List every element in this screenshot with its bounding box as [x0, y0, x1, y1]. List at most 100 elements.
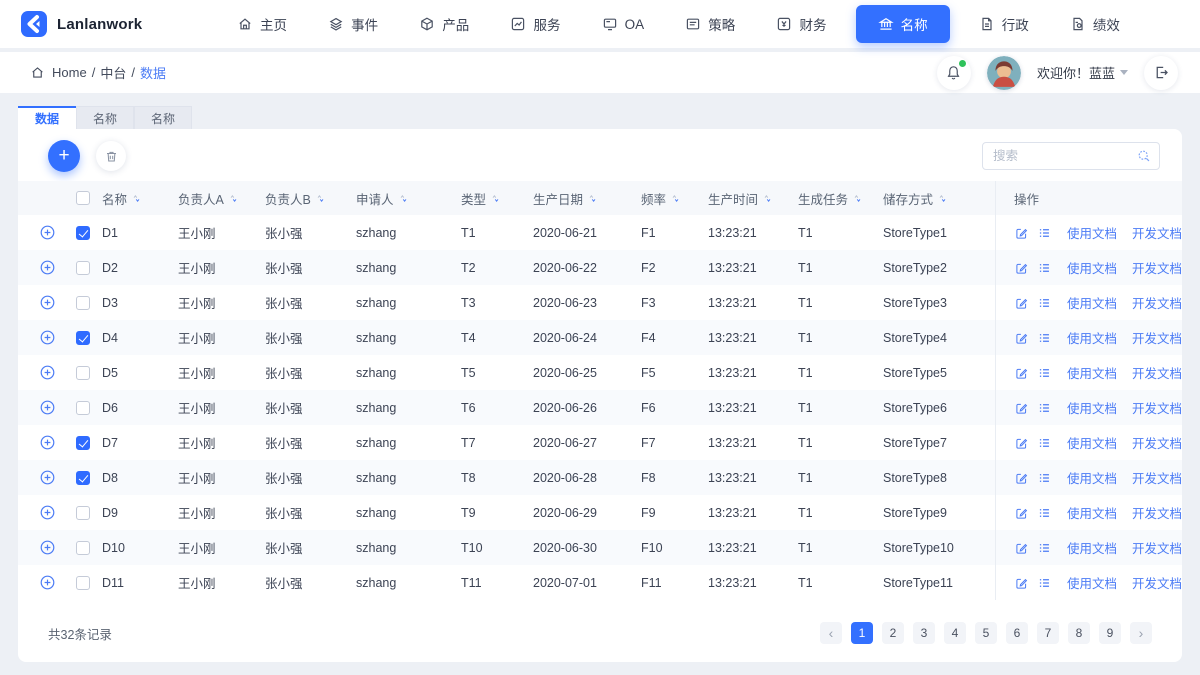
breadcrumb-section[interactable]: 中台	[100, 63, 126, 82]
avatar[interactable]	[986, 55, 1021, 90]
expand-row-icon[interactable]	[39, 539, 56, 556]
next-page-button[interactable]: ›	[1130, 622, 1152, 644]
edit-icon[interactable]	[1014, 435, 1028, 451]
usage-doc-link[interactable]: 使用文档	[1067, 258, 1117, 277]
nav-item-oa[interactable]: OA	[590, 9, 657, 39]
tab-data[interactable]: 数据	[18, 106, 76, 129]
dev-doc-link[interactable]: 开发文档	[1132, 573, 1182, 592]
usage-doc-link[interactable]: 使用文档	[1067, 363, 1117, 382]
tab-name-2[interactable]: 名称	[134, 106, 192, 129]
edit-icon[interactable]	[1014, 400, 1028, 416]
dev-doc-link[interactable]: 开发文档	[1132, 398, 1182, 417]
list-icon[interactable]	[1037, 575, 1051, 591]
nav-item-finance[interactable]: 财务	[764, 7, 838, 41]
usage-doc-link[interactable]: 使用文档	[1067, 538, 1117, 557]
edit-icon[interactable]	[1014, 470, 1028, 486]
edit-icon[interactable]	[1014, 505, 1028, 521]
list-icon[interactable]	[1037, 505, 1051, 521]
nav-item-performance[interactable]: 绩效	[1058, 7, 1132, 41]
dev-doc-link[interactable]: 开发文档	[1132, 433, 1182, 452]
dev-doc-link[interactable]: 开发文档	[1132, 258, 1182, 277]
row-checkbox[interactable]	[76, 225, 90, 240]
expand-row-icon[interactable]	[39, 294, 56, 311]
list-icon[interactable]	[1037, 400, 1051, 416]
row-checkbox[interactable]	[76, 400, 90, 415]
row-checkbox[interactable]	[76, 470, 90, 485]
tab-name-1[interactable]: 名称	[76, 106, 134, 129]
expand-row-icon[interactable]	[39, 364, 56, 381]
usage-doc-link[interactable]: 使用文档	[1067, 223, 1117, 242]
page-button-8[interactable]: 8	[1068, 622, 1090, 644]
page-button-2[interactable]: 2	[882, 622, 904, 644]
list-icon[interactable]	[1037, 260, 1051, 276]
page-button-6[interactable]: 6	[1006, 622, 1028, 644]
user-menu[interactable]: 欢迎你！蓝蓝	[1037, 63, 1128, 82]
column-header-1[interactable]: 负责人A	[178, 189, 265, 208]
row-checkbox[interactable]	[76, 260, 90, 275]
column-header-2[interactable]: 负责人B	[265, 189, 356, 208]
nav-item-home[interactable]: 主页	[225, 7, 299, 41]
usage-doc-link[interactable]: 使用文档	[1067, 573, 1117, 592]
column-header-9[interactable]: 储存方式	[883, 189, 995, 208]
prev-page-button[interactable]: ‹	[820, 622, 842, 644]
row-checkbox[interactable]	[76, 575, 90, 590]
expand-row-icon[interactable]	[39, 224, 56, 241]
expand-row-icon[interactable]	[39, 259, 56, 276]
edit-icon[interactable]	[1014, 365, 1028, 381]
expand-row-icon[interactable]	[39, 329, 56, 346]
logout-button[interactable]	[1144, 55, 1178, 90]
edit-icon[interactable]	[1014, 575, 1028, 591]
expand-row-icon[interactable]	[39, 469, 56, 486]
list-icon[interactable]	[1037, 295, 1051, 311]
dev-doc-link[interactable]: 开发文档	[1132, 363, 1182, 382]
list-icon[interactable]	[1037, 540, 1051, 556]
usage-doc-link[interactable]: 使用文档	[1067, 328, 1117, 347]
breadcrumb-current[interactable]: 数据	[140, 63, 166, 82]
expand-row-icon[interactable]	[39, 504, 56, 521]
row-checkbox[interactable]	[76, 365, 90, 380]
page-button-1[interactable]: 1	[851, 622, 873, 644]
row-checkbox[interactable]	[76, 505, 90, 520]
edit-icon[interactable]	[1014, 225, 1028, 241]
column-header-5[interactable]: 生产日期	[533, 189, 641, 208]
row-checkbox[interactable]	[76, 435, 90, 450]
column-header-6[interactable]: 频率	[641, 189, 708, 208]
nav-item-services[interactable]: 服务	[498, 7, 572, 41]
page-button-3[interactable]: 3	[913, 622, 935, 644]
page-button-5[interactable]: 5	[975, 622, 997, 644]
expand-row-icon[interactable]	[39, 574, 56, 591]
dev-doc-link[interactable]: 开发文档	[1132, 503, 1182, 522]
list-icon[interactable]	[1037, 330, 1051, 346]
delete-button[interactable]	[96, 141, 126, 171]
dev-doc-link[interactable]: 开发文档	[1132, 328, 1182, 347]
notification-button[interactable]	[936, 55, 971, 90]
column-header-4[interactable]: 类型	[461, 189, 533, 208]
expand-row-icon[interactable]	[39, 434, 56, 451]
dev-doc-link[interactable]: 开发文档	[1132, 293, 1182, 312]
list-icon[interactable]	[1037, 470, 1051, 486]
row-checkbox[interactable]	[76, 540, 90, 555]
brand-logo[interactable]: Lanlanwork	[20, 10, 170, 38]
list-icon[interactable]	[1037, 365, 1051, 381]
row-checkbox[interactable]	[76, 330, 90, 345]
usage-doc-link[interactable]: 使用文档	[1067, 468, 1117, 487]
nav-item-strategy[interactable]: 策略	[673, 7, 747, 41]
dev-doc-link[interactable]: 开发文档	[1132, 468, 1182, 487]
page-button-9[interactable]: 9	[1099, 622, 1121, 644]
search-input[interactable]	[982, 142, 1160, 170]
edit-icon[interactable]	[1014, 330, 1028, 346]
add-button[interactable]: +	[48, 140, 80, 172]
edit-icon[interactable]	[1014, 260, 1028, 276]
usage-doc-link[interactable]: 使用文档	[1067, 503, 1117, 522]
column-header-3[interactable]: 申请人	[356, 189, 461, 208]
dev-doc-link[interactable]: 开发文档	[1132, 223, 1182, 242]
nav-item-events[interactable]: 事件	[316, 7, 390, 41]
usage-doc-link[interactable]: 使用文档	[1067, 398, 1117, 417]
column-header-8[interactable]: 生成任务	[798, 189, 883, 208]
expand-row-icon[interactable]	[39, 399, 56, 416]
dev-doc-link[interactable]: 开发文档	[1132, 538, 1182, 557]
edit-icon[interactable]	[1014, 540, 1028, 556]
page-button-7[interactable]: 7	[1037, 622, 1059, 644]
list-icon[interactable]	[1037, 435, 1051, 451]
column-header-7[interactable]: 生产时间	[708, 189, 798, 208]
